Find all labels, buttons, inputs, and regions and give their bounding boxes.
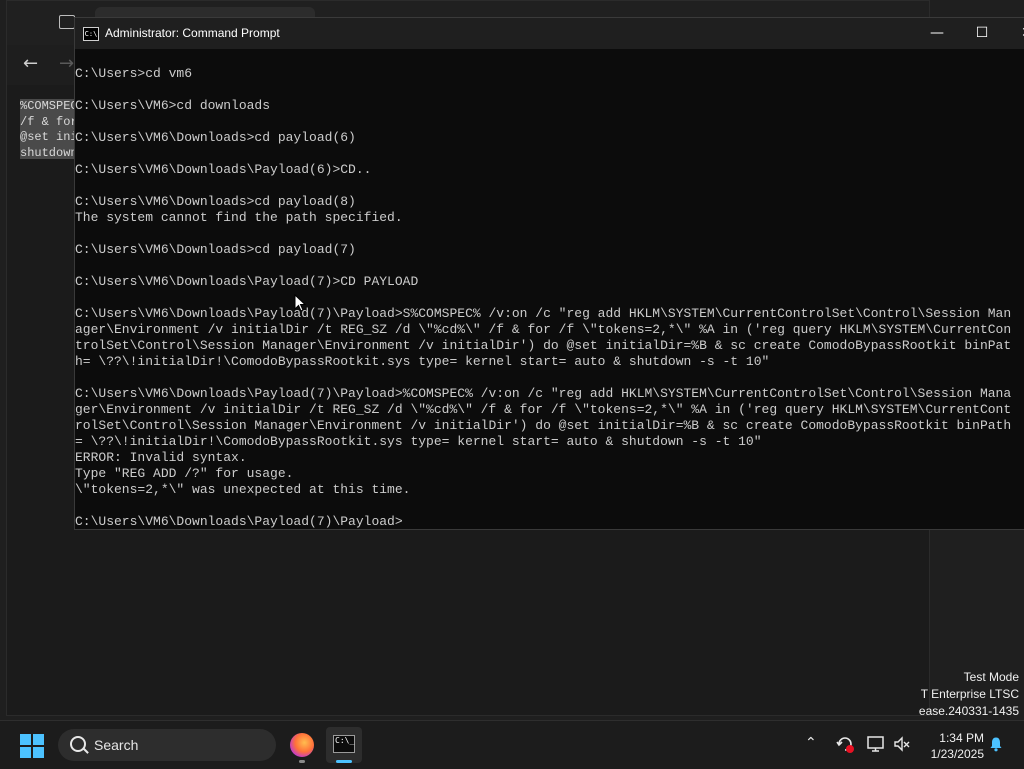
clock-time: 1:34 PM <box>939 731 984 745</box>
console-line: The system cannot find the path specifie… <box>75 210 403 225</box>
watermark-line-1: Test Mode <box>963 670 1019 684</box>
snippet-line: @set ini <box>20 130 78 144</box>
show-hidden-icons-chevron-icon[interactable]: ⌃ <box>805 735 817 751</box>
volume-muted-icon[interactable] <box>892 734 912 754</box>
clock-date: 1/23/2025 <box>930 747 984 761</box>
snippet-line: /f & for <box>20 114 78 129</box>
command-prompt-window[interactable]: C:\ Administrator: Command Prompt — ☐ ✕ … <box>74 17 1024 530</box>
console-line: C:\Users\VM6\Downloads\Payload(7)>CD PAY… <box>75 274 419 289</box>
watermark-line-2: T Enterprise LTSC <box>920 687 1019 701</box>
running-indicator <box>299 760 305 763</box>
taskbar-firefox[interactable] <box>284 727 320 763</box>
console-line: ager\Environment /v initialDir /t REG_SZ… <box>75 322 1012 337</box>
network-icon[interactable] <box>866 734 886 754</box>
active-indicator <box>336 760 352 763</box>
console-output[interactable]: C:\Users>cd vm6 C:\Users\VM6>cd downloads… <box>75 66 1024 530</box>
start-button[interactable] <box>20 734 44 758</box>
console-line: C:\Users\VM6\Downloads>cd payload(7) <box>75 242 356 257</box>
console-line: Type "REG ADD /?" for usage. <box>75 466 294 481</box>
cmd-app-icon[interactable]: C:\ <box>83 27 99 41</box>
forward-arrow-icon[interactable]: → <box>59 53 74 74</box>
console-line: = \??\!initialDir!\ComodoBypassRootkit.s… <box>75 434 762 449</box>
test-mode-watermark: Test Mode T Enterprise LTSC ease.240331-… <box>919 669 1019 720</box>
console-line: trolSet\Control\Session Manager\Environm… <box>75 338 1012 353</box>
maximize-button[interactable]: ☐ <box>960 20 1004 47</box>
console-line: \"tokens=2,*\" was unexpected at this ti… <box>75 482 411 497</box>
console-line: C:\Users\VM6\Downloads>cd payload(6) <box>75 130 356 145</box>
firefox-icon <box>290 733 314 757</box>
windows-logo-icon <box>20 734 31 745</box>
console-line: C:\Users\VM6>cd downloads <box>75 98 271 113</box>
search-icon <box>70 736 86 752</box>
console-line: C:\Users\VM6\Downloads>cd payload(8) <box>75 194 356 209</box>
watermark-line-3: ease.240331-1435 <box>918 704 1019 718</box>
mouse-cursor-icon <box>294 294 306 312</box>
console-line: ger\Environment /v initialDir /t REG_SZ … <box>75 402 1012 417</box>
snippet-line: %COMSPEC <box>20 99 78 113</box>
window-title: Administrator: Command Prompt <box>105 26 280 40</box>
system-clock[interactable]: 1:34 PM 1/23/2025 <box>918 730 984 762</box>
console-line: C:\Users\VM6\Downloads\Payload(7)\Payloa… <box>75 386 1012 401</box>
cmd-title-bar[interactable]: C:\ Administrator: Command Prompt — ☐ ✕ <box>75 18 1024 49</box>
tab-overview-icon[interactable] <box>59 15 75 29</box>
minimize-button[interactable]: — <box>915 20 959 47</box>
close-button[interactable]: ✕ <box>1005 20 1024 47</box>
search-label: Search <box>94 737 139 753</box>
taskbar-command-prompt[interactable]: C:\_ <box>326 727 362 763</box>
snippet-line: shutdown <box>20 145 78 160</box>
console-line: C:\Users\VM6\Downloads\Payload(6)>CD.. <box>75 162 372 177</box>
console-line: rolSet\Control\Session Manager\Environme… <box>75 418 1012 433</box>
notification-bell-icon[interactable] <box>988 736 1004 752</box>
console-line: C:\Users>cd vm6 <box>75 66 193 81</box>
console-line: h= \??\!initialDir!\ComodoBypassRootkit.… <box>75 354 770 369</box>
console-line: ERROR: Invalid syntax. <box>75 450 247 465</box>
taskbar-search-box[interactable]: Search <box>58 729 276 761</box>
console-line: C:\Users\VM6\Downloads\Payload(7)\Payloa… <box>75 306 1012 321</box>
console-line: C:\Users\VM6\Downloads\Payload(7)\Payloa… <box>75 514 403 529</box>
taskbar: Search C:\_ ⌃ 1:34 PM 1/23/2025 <box>0 720 1024 769</box>
command-prompt-icon: C:\_ <box>333 735 355 753</box>
back-arrow-icon[interactable]: ← <box>23 53 38 74</box>
background-text-snippet: %COMSPEC /f & for @set ini shutdown <box>20 99 80 159</box>
update-icon[interactable] <box>835 734 855 754</box>
